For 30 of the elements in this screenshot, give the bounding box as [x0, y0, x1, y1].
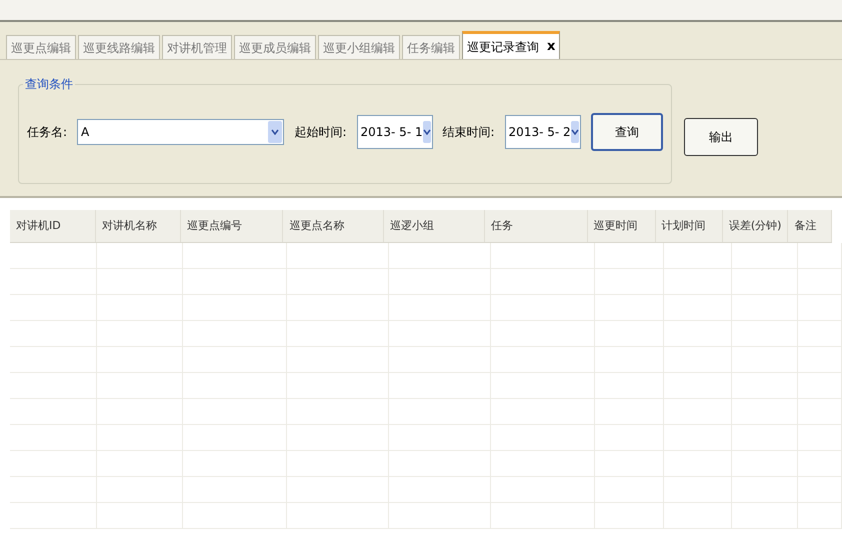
column-header[interactable]: 对讲机ID: [10, 210, 96, 242]
date-picker[interactable]: 2013- 5- 2: [504, 115, 581, 149]
dropdown-icon[interactable]: [268, 121, 282, 143]
close-button[interactable]: x: [547, 36, 556, 56]
field-label: 结束时间:: [442, 124, 495, 141]
field-label: 起始时间:: [294, 124, 346, 141]
tab[interactable]: 巡更记录查询 x: [462, 31, 560, 59]
tab[interactable]: 对讲机管理: [162, 35, 232, 59]
dropdown-icon[interactable]: [570, 121, 579, 143]
combo-box[interactable]: A: [77, 119, 284, 145]
column-header[interactable]: 误差(分钟): [722, 210, 788, 242]
field-label: 任务名:: [27, 124, 68, 141]
tab[interactable]: 巡更小组编辑: [318, 35, 400, 59]
column-header[interactable]: 计划时间: [656, 210, 723, 242]
column-header[interactable]: 对讲机名称: [96, 210, 181, 242]
tab[interactable]: 巡更点编辑: [6, 35, 76, 59]
export-button[interactable]: 输出: [684, 118, 758, 156]
column-header[interactable]: 备注: [788, 210, 832, 242]
column-header[interactable]: 巡逻小组: [384, 210, 485, 242]
column-header[interactable]: 巡更点名称: [283, 210, 384, 242]
column-header[interactable]: 巡更时间: [588, 210, 656, 242]
tab[interactable]: 巡更线路编辑: [78, 35, 160, 59]
date-picker[interactable]: 2013- 5- 1: [356, 115, 432, 149]
tab[interactable]: 任务编辑: [402, 35, 460, 59]
column-header[interactable]: 任务: [484, 210, 588, 242]
group-title: 查询条件: [23, 75, 75, 93]
query-button[interactable]: 查询: [590, 113, 663, 151]
dropdown-icon[interactable]: [422, 121, 431, 143]
column-header[interactable]: 巡更点编号: [180, 210, 284, 242]
tab[interactable]: 巡更成员编辑: [234, 35, 316, 59]
